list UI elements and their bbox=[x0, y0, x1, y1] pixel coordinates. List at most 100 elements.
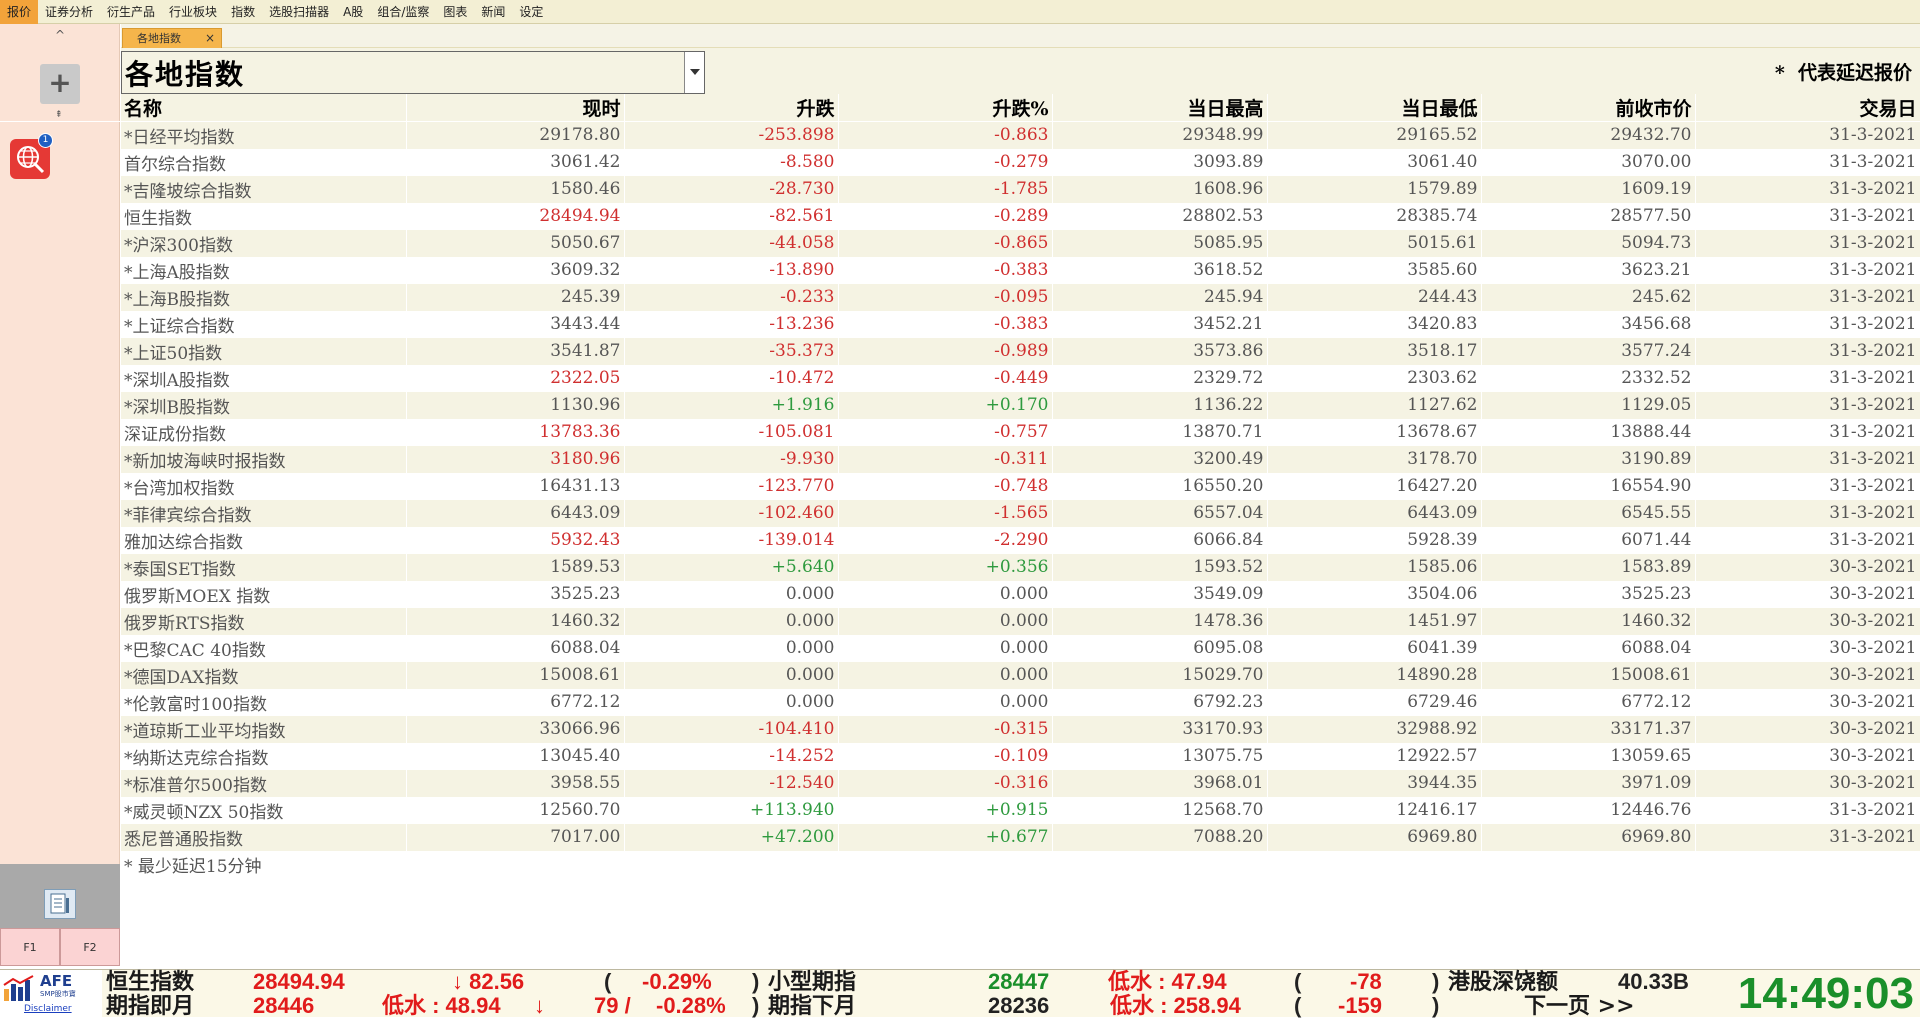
cell-date: 31-3-2021 bbox=[1695, 472, 1920, 500]
menu-item[interactable]: 行业板块 bbox=[162, 0, 224, 24]
table-row[interactable]: *巴黎CAC 40指数 6088.04 0.000 0.000 6095.08 6041.… bbox=[121, 634, 1920, 662]
table-row[interactable]: 雅加达综合指数 5932.43 -139.014 -2.290 6066.84 5928.… bbox=[121, 526, 1920, 554]
table-row[interactable]: *菲律宾综合指数 6443.09 -102.460 -1.565 6557.04 6443… bbox=[121, 499, 1920, 527]
column-header[interactable]: 名称 bbox=[121, 94, 407, 122]
column-header[interactable]: 现时 bbox=[406, 94, 625, 122]
cell-high: 1608.96 bbox=[1052, 175, 1268, 203]
cell-date: 31-3-2021 bbox=[1695, 256, 1920, 284]
table-row[interactable]: *伦敦富时100指数 6772.12 0.000 0.000 6792.23 6729.4… bbox=[121, 688, 1920, 716]
table-row[interactable]: *上海A股指数 3609.32 -13.890 -0.383 3618.52 3585.6… bbox=[121, 256, 1920, 284]
menu-item[interactable]: 组合/监察 bbox=[370, 0, 436, 24]
cell-date: 30-3-2021 bbox=[1695, 688, 1920, 716]
cell-chg: -123.770 bbox=[624, 472, 839, 500]
column-header[interactable]: 升跌% bbox=[838, 94, 1053, 122]
close-icon[interactable]: × bbox=[205, 29, 215, 48]
menu-item[interactable]: 新闻 bbox=[474, 0, 512, 24]
table-row[interactable]: *上证综合指数 3443.44 -13.236 -0.383 3452.21 3420.8… bbox=[121, 310, 1920, 338]
column-header[interactable]: 当日最低 bbox=[1267, 94, 1482, 122]
select-value: 各地指数 bbox=[125, 58, 246, 91]
cell-name: *菲律宾综合指数 bbox=[121, 499, 407, 527]
table-row[interactable]: *上证50指数 3541.87 -35.373 -0.989 3573.86 3518.1… bbox=[121, 337, 1920, 365]
table-row[interactable]: 俄罗斯MOEX 指数 3525.23 0.000 0.000 3549.09 3504.0… bbox=[121, 580, 1920, 608]
menu-item[interactable]: A股 bbox=[336, 0, 370, 24]
menu-item[interactable]: 证券分析 bbox=[38, 0, 100, 24]
table-row[interactable]: *纳斯达克综合指数 13045.40 -14.252 -0.109 13075.75 12… bbox=[121, 742, 1920, 770]
chevron-down-icon[interactable] bbox=[684, 52, 704, 93]
disclaimer-link[interactable]: Disclaimer bbox=[24, 1004, 72, 1014]
table-row[interactable]: *标准普尔500指数 3958.55 -12.540 -0.316 3968.01 394… bbox=[121, 769, 1920, 797]
cell-date: 31-3-2021 bbox=[1695, 364, 1920, 392]
table-row[interactable]: *泰国SET指数 1589.53 +5.640 +0.356 1593.52 1585.0… bbox=[121, 553, 1920, 581]
f2-button[interactable]: F2 bbox=[60, 928, 120, 966]
cell-chg: -12.540 bbox=[624, 769, 839, 797]
futures-current-discount: 低水 : 48.94 bbox=[382, 993, 501, 1018]
cell-name: *吉隆坡综合指数 bbox=[121, 175, 407, 203]
menu-item[interactable]: 衍生产品 bbox=[100, 0, 162, 24]
table-row[interactable]: 俄罗斯RTS指数 1460.32 0.000 0.000 1478.36 1451.97 1… bbox=[121, 607, 1920, 635]
futures-current-label: 期指即月 bbox=[106, 993, 195, 1019]
cell-high: 3093.89 bbox=[1052, 148, 1268, 176]
table-row[interactable]: 悉尼普通股指数 7017.00 +47.200 +0.677 7088.20 6969.8… bbox=[121, 823, 1920, 851]
menu-item[interactable]: 选股扫描器 bbox=[262, 0, 336, 24]
table-row[interactable]: *新加坡海峡时报指数 3180.96 -9.930 -0.311 3200.49 3178… bbox=[121, 445, 1920, 473]
menu-item[interactable]: 图表 bbox=[436, 0, 474, 24]
table-row[interactable]: *德国DAX指数 15008.61 0.000 0.000 15029.70 14890.… bbox=[121, 661, 1920, 689]
menu-item[interactable]: 指数 bbox=[224, 0, 262, 24]
table-row[interactable]: *深圳B股指数 1130.96 +1.916 +0.170 1136.22 1127.62… bbox=[121, 391, 1920, 419]
f1-button[interactable]: F1 bbox=[0, 928, 60, 966]
menu-item[interactable]: 报价 bbox=[0, 0, 39, 24]
column-header[interactable]: 当日最高 bbox=[1052, 94, 1268, 122]
menu-item[interactable]: 设定 bbox=[512, 0, 550, 24]
afe-logo: AFE SMP股市寶 Disclaimer bbox=[0, 970, 102, 1018]
cell-name: *沪深300指数 bbox=[121, 229, 407, 257]
cell-now: 13045.40 bbox=[406, 742, 625, 770]
table-row[interactable]: 恒生指数 28494.94 -82.561 -0.289 28802.53 28385.7… bbox=[121, 202, 1920, 230]
cell-chg: 0.000 bbox=[624, 607, 839, 635]
cell-low: 1579.89 bbox=[1267, 175, 1482, 203]
left-sidebar: ^ + ⇞ 1 bbox=[0, 24, 120, 887]
table-row[interactable]: *台湾加权指数 16431.13 -123.770 -0.748 16550.20 164… bbox=[121, 472, 1920, 500]
arrow-down-icon: ↓ bbox=[534, 993, 545, 1018]
table-row[interactable]: 深证成份指数 13783.36 -105.081 -0.757 13870.71 1367… bbox=[121, 418, 1920, 446]
cell-prev: 3190.89 bbox=[1481, 445, 1696, 473]
cell-high: 13075.75 bbox=[1052, 742, 1268, 770]
mini-futures-value: 28447 bbox=[988, 969, 1050, 994]
cell-low: 3061.40 bbox=[1267, 148, 1482, 176]
sidebar-divider[interactable]: ⇞ bbox=[0, 110, 120, 122]
add-button[interactable]: + bbox=[40, 64, 80, 104]
cell-now: 3609.32 bbox=[406, 256, 625, 284]
cell-high: 33170.93 bbox=[1052, 715, 1268, 743]
cell-name: *深圳A股指数 bbox=[121, 364, 407, 392]
chevron-up-icon[interactable]: ^ bbox=[52, 28, 68, 42]
column-header[interactable]: 前收市价 bbox=[1481, 94, 1696, 122]
column-header[interactable]: 升跌 bbox=[624, 94, 839, 122]
tab-world-indices[interactable]: 各地指数 × bbox=[122, 28, 222, 48]
cell-prev: 13888.44 bbox=[1481, 418, 1696, 446]
hsi-value: 28494.94 bbox=[253, 969, 345, 994]
table-row[interactable]: *威灵顿NZX 50指数 12560.70 +113.940 +0.915 12568.… bbox=[121, 796, 1920, 824]
cell-date: 30-3-2021 bbox=[1695, 634, 1920, 662]
cell-chg: -8.580 bbox=[624, 148, 839, 176]
cell-name: 俄罗斯MOEX 指数 bbox=[121, 580, 407, 608]
table-row[interactable]: *日经平均指数 29178.80 -253.898 -0.863 29348.99 291… bbox=[121, 121, 1920, 149]
cell-date: 31-3-2021 bbox=[1695, 391, 1920, 419]
cell-chg: -9.930 bbox=[624, 445, 839, 473]
table-row[interactable]: *沪深300指数 5050.67 -44.058 -0.865 5085.95 5015.… bbox=[121, 229, 1920, 257]
column-header[interactable]: 交易日 bbox=[1695, 94, 1920, 122]
mini-open-paren: ( bbox=[1294, 969, 1302, 994]
report-icon bbox=[50, 893, 69, 914]
cell-pct: -0.095 bbox=[838, 283, 1053, 311]
next-page-button[interactable]: 下一页 >> bbox=[1524, 994, 1635, 1018]
cell-now: 3061.42 bbox=[406, 148, 625, 176]
cell-name: *上海B股指数 bbox=[121, 283, 407, 311]
document-icon[interactable] bbox=[44, 889, 76, 919]
table-row[interactable]: *道琼斯工业平均指数 33066.96 -104.410 -0.315 33170.93… bbox=[121, 715, 1920, 743]
table-row[interactable]: *吉隆坡综合指数 1580.46 -28.730 -1.785 1608.96 1579.… bbox=[121, 175, 1920, 203]
index-group-select[interactable]: 各地指数 bbox=[121, 51, 705, 94]
table-row[interactable]: 首尔综合指数 3061.42 -8.580 -0.279 3093.89 3061.40 3… bbox=[121, 148, 1920, 176]
table-row[interactable]: *上海B股指数 245.39 -0.233 -0.095 245.94 244.43 245… bbox=[121, 283, 1920, 311]
cell-now: 3443.44 bbox=[406, 310, 625, 338]
cell-high: 1478.36 bbox=[1052, 607, 1268, 635]
cell-date: 31-3-2021 bbox=[1695, 418, 1920, 446]
table-row[interactable]: *深圳A股指数 2322.05 -10.472 -0.449 2329.72 2303.6… bbox=[121, 364, 1920, 392]
